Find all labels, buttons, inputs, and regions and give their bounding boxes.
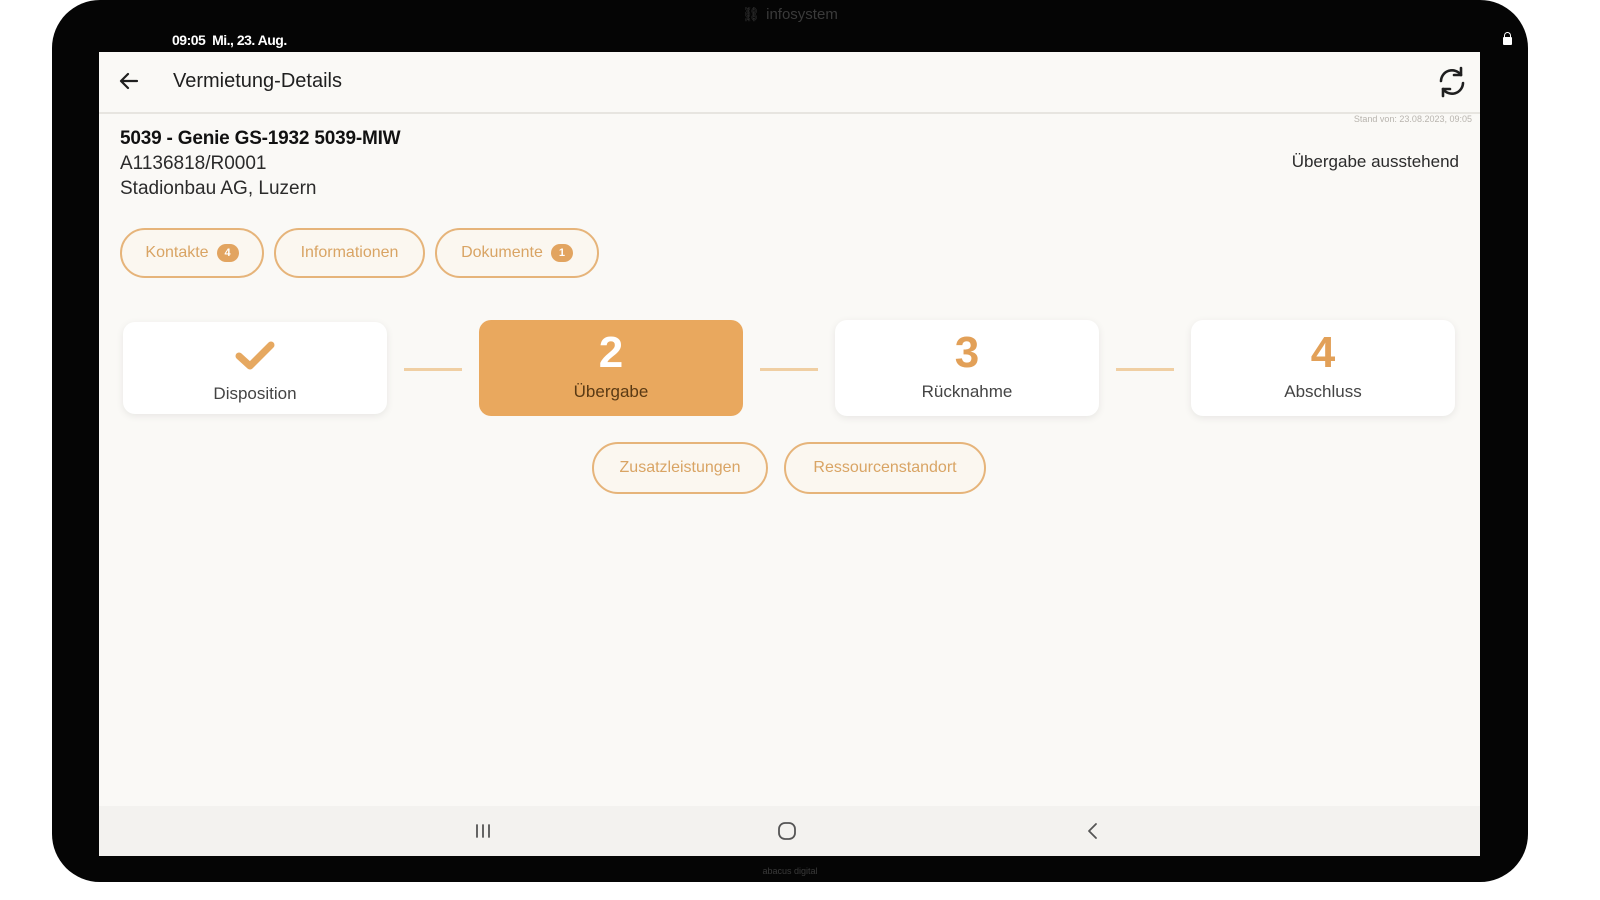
rental-customer: Stadionbau AG, Luzern (120, 178, 317, 199)
rental-info: 5039 - Genie GS-1932 5039-MIW A1136818/R… (120, 128, 401, 200)
information-button[interactable]: Informationen (274, 228, 425, 278)
step-handover[interactable]: 2 Übergabe (479, 320, 743, 416)
step-label: Abschluss (1284, 382, 1362, 401)
recent-apps-button[interactable] (471, 818, 495, 844)
step-number: 4 (1310, 328, 1336, 377)
device-brand-bottom: abacus digital (762, 866, 818, 876)
documents-button[interactable]: Dokumente 1 (435, 228, 599, 278)
documents-count-badge: 1 (550, 244, 573, 262)
step-connector (760, 368, 818, 371)
step-label: Disposition (213, 384, 297, 403)
step-label: Rücknahme (921, 382, 1013, 401)
step-connector (404, 368, 462, 371)
chevron-left-icon (1088, 823, 1097, 839)
rental-reference: A1136818/R0001 (120, 153, 267, 174)
app-screen: Vermietung-Details Stand von: 23.08.2023… (99, 52, 1480, 856)
step-disposition[interactable]: Disposition (123, 322, 387, 414)
resource-location-label: Ressourcenstandort (813, 459, 957, 476)
device-brand-label: infosystem (766, 6, 838, 23)
step-number: 2 (598, 328, 624, 377)
resource-location-button[interactable]: Ressourcenstandort (784, 442, 986, 494)
page-title: Vermietung-Details (173, 70, 342, 92)
contacts-label: Kontakte (145, 244, 209, 261)
app-bar: Vermietung-Details (99, 52, 1480, 114)
device-brand: ⛓ infosystem (52, 6, 1528, 23)
additional-services-button[interactable]: Zusatzleistungen (592, 442, 768, 494)
step-completion[interactable]: 4 Abschluss (1191, 320, 1455, 416)
lock-icon (1503, 32, 1512, 45)
system-nav-bar (99, 806, 1480, 856)
back-button[interactable] (115, 67, 143, 95)
status-date: Mi., 23. Aug. (212, 32, 287, 48)
step-number: 3 (954, 328, 980, 377)
status-time: 09:05 (172, 32, 206, 48)
status-bar: 09:05 Mi., 23. Aug. (172, 30, 1512, 50)
home-button[interactable] (774, 818, 800, 844)
refresh-button[interactable] (1434, 64, 1470, 100)
contacts-button[interactable]: Kontakte 4 (120, 228, 264, 278)
status-datetime: 09:05 Mi., 23. Aug. (172, 32, 287, 48)
additional-services-label: Zusatzleistungen (619, 459, 741, 476)
link-icon: ⛓ (742, 6, 760, 22)
step-return[interactable]: 3 Rücknahme (835, 320, 1099, 416)
contacts-count-badge: 4 (216, 244, 239, 262)
home-icon (778, 822, 796, 840)
refresh-icon (1439, 66, 1465, 98)
rental-title: 5039 - Genie GS-1932 5039-MIW (120, 128, 401, 149)
last-updated-timestamp: Stand von: 23.08.2023, 09:05 (1353, 114, 1472, 124)
recent-apps-icon (476, 824, 490, 838)
documents-label: Dokumente (461, 244, 543, 261)
arrow-left-icon (119, 72, 139, 90)
status-badge: Übergabe ausstehend (1291, 152, 1459, 171)
check-icon (235, 341, 275, 370)
system-back-button[interactable] (1081, 818, 1105, 844)
information-label: Informationen (300, 244, 399, 261)
step-connector (1116, 368, 1174, 371)
step-label: Übergabe (573, 382, 649, 401)
